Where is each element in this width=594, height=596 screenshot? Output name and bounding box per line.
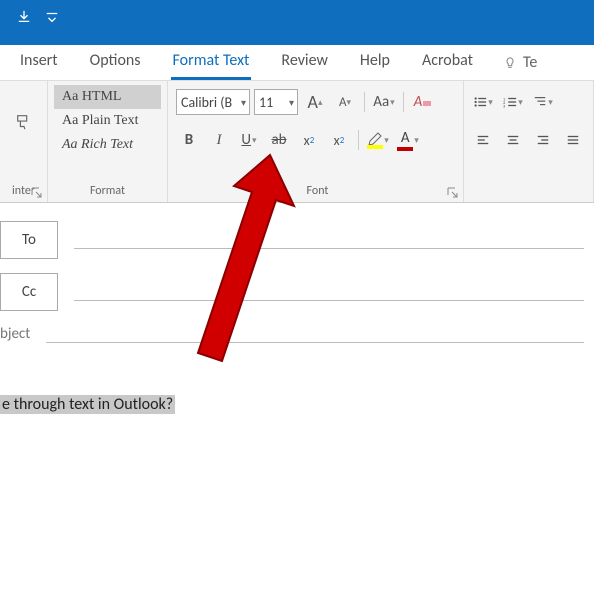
align-justify-icon <box>566 133 580 147</box>
group-font-label: Font <box>176 181 459 202</box>
svg-text:3: 3 <box>503 104 506 109</box>
bullets-icon <box>473 95 487 109</box>
paintbrush-icon <box>15 113 33 131</box>
tell-me[interactable]: Te <box>503 53 537 72</box>
save-down-icon <box>17 10 31 24</box>
tab-acrobat[interactable]: Acrobat <box>420 47 475 78</box>
highlighter-icon <box>367 131 383 145</box>
group-format: Aa HTML Aa Plain Text Aa Rich Text Forma… <box>48 81 168 202</box>
font-name-combo[interactable]: Calibri (B ▾ <box>176 89 250 115</box>
to-field[interactable] <box>74 248 584 249</box>
group-format-label: Format <box>54 181 161 202</box>
ribbon: inter Aa HTML Aa Plain Text Aa Rich Text… <box>0 81 594 203</box>
format-plain-option[interactable]: Aa Plain Text <box>54 109 161 133</box>
superscript-button[interactable]: x2 <box>326 127 352 153</box>
align-right-icon <box>536 133 550 147</box>
to-button[interactable]: To <box>0 221 58 259</box>
dialog-launcher-icon <box>31 187 43 199</box>
align-left-button[interactable] <box>470 127 496 153</box>
align-center-icon <box>506 133 520 147</box>
title-bar <box>0 0 594 45</box>
numbering-icon: 123 <box>503 95 517 109</box>
group-font: Calibri (B ▾ 11 ▾ A▴ A▾ Aa▾ <box>168 81 464 202</box>
eraser-icon: / <box>422 97 432 107</box>
bold-button[interactable]: B <box>176 127 202 153</box>
tab-review[interactable]: Review <box>279 47 330 78</box>
message-body[interactable]: e through text in Outlook? <box>0 395 584 414</box>
lightbulb-icon <box>503 56 517 70</box>
subscript-button[interactable]: x2 <box>296 127 322 153</box>
group-paragraph: ▾ 123▾ ▾ <box>464 81 594 202</box>
align-center-button[interactable] <box>500 127 526 153</box>
subject-field[interactable] <box>46 342 584 343</box>
chevron-down-icon: ▾ <box>241 96 246 109</box>
tab-help[interactable]: Help <box>358 47 392 78</box>
tab-options[interactable]: Options <box>88 47 143 78</box>
separator <box>358 130 359 150</box>
qat-customize-button[interactable] <box>38 4 66 30</box>
font-dialog-launcher[interactable] <box>447 186 459 198</box>
selected-text: e through text in Outlook? <box>0 395 175 414</box>
numbering-button[interactable]: 123▾ <box>500 89 526 115</box>
grow-font-button[interactable]: A▴ <box>302 89 328 115</box>
qat-save-button[interactable] <box>10 4 38 30</box>
italic-button[interactable]: I <box>206 127 232 153</box>
subject-label: bject <box>0 325 30 343</box>
strikethrough-button[interactable]: ab <box>266 127 292 153</box>
align-left-icon <box>476 133 490 147</box>
cc-button[interactable]: Cc <box>0 273 58 311</box>
font-size-combo[interactable]: 11 ▾ <box>254 89 298 115</box>
align-right-button[interactable] <box>530 127 556 153</box>
change-case-button[interactable]: Aa▾ <box>371 89 397 115</box>
separator <box>364 92 365 112</box>
separator <box>403 92 404 112</box>
clipboard-dialog-launcher[interactable] <box>31 186 43 198</box>
align-justify-button[interactable] <box>560 127 586 153</box>
tab-format-text[interactable]: Format Text <box>171 47 252 78</box>
ribbon-tabs: Insert Options Format Text Review Help A… <box>0 45 594 81</box>
group-paragraph-label <box>470 195 587 202</box>
font-color-button[interactable]: A ▾ <box>395 127 421 153</box>
group-clipboard: inter <box>0 81 48 202</box>
tab-insert[interactable]: Insert <box>18 47 60 78</box>
shrink-font-button[interactable]: A▾ <box>332 89 358 115</box>
compose-area: To Cc bject e through text in Outlook? <box>0 203 594 414</box>
highlight-color-button[interactable]: ▾ <box>365 127 391 153</box>
bullets-button[interactable]: ▾ <box>470 89 496 115</box>
multilevel-list-button[interactable]: ▾ <box>530 89 556 115</box>
cc-field[interactable] <box>74 300 584 301</box>
format-painter-button[interactable] <box>11 109 37 135</box>
multilevel-icon <box>533 95 547 109</box>
chevron-down-icon <box>45 10 59 24</box>
underline-button[interactable]: U▾ <box>236 127 262 153</box>
clear-formatting-button[interactable]: A / <box>410 89 436 115</box>
dialog-launcher-icon <box>447 187 459 199</box>
format-rich-option[interactable]: Aa Rich Text <box>54 133 161 157</box>
tell-me-label: Te <box>523 53 537 72</box>
chevron-down-icon: ▾ <box>289 96 294 109</box>
format-html-option[interactable]: Aa HTML <box>54 85 161 109</box>
